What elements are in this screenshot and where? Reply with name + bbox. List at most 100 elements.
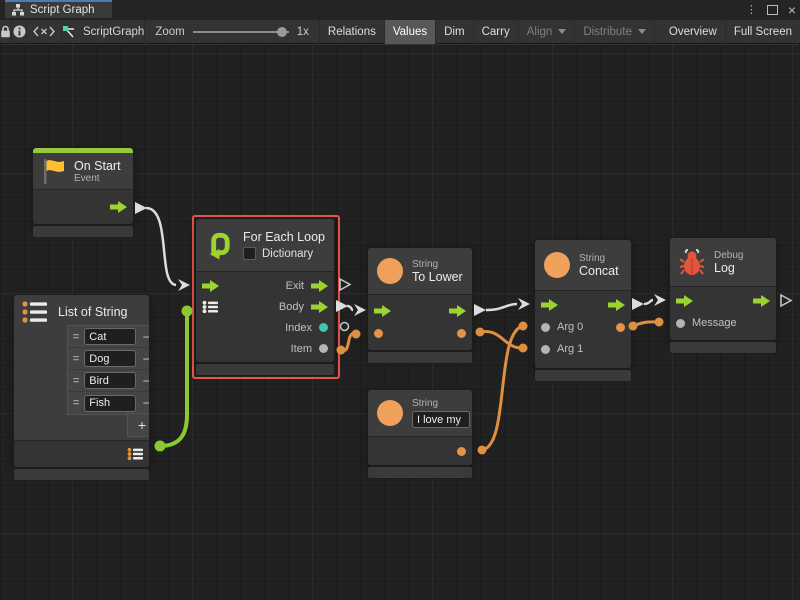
- port-row-arg1: Arg 1: [535, 338, 631, 360]
- dictionary-checkbox[interactable]: [243, 247, 256, 260]
- flow-out-port[interactable]: [753, 295, 770, 307]
- node-string-concat[interactable]: String Concat Arg 0: [535, 240, 631, 381]
- list-item-input[interactable]: [84, 395, 136, 412]
- hierarchy-icon: [12, 4, 24, 16]
- close-icon[interactable]: ×: [788, 3, 796, 17]
- port-row-arg0: Arg 0: [535, 316, 631, 338]
- chevron-down-icon: [558, 29, 566, 34]
- list-item-row: = −: [68, 326, 149, 348]
- flow-in-port[interactable]: [541, 299, 558, 311]
- node-on-start[interactable]: On Start Event: [33, 148, 133, 237]
- result-out-port[interactable]: [457, 329, 466, 338]
- carry-toggle[interactable]: Carry: [474, 20, 519, 44]
- align-dropdown[interactable]: Align: [519, 20, 576, 44]
- port-label: Item: [291, 343, 312, 355]
- node-title: To Lower: [412, 270, 463, 284]
- zoom-slider-handle[interactable]: [277, 27, 287, 37]
- arg1-in-port[interactable]: [541, 345, 550, 354]
- flow-out-port[interactable]: [608, 299, 625, 311]
- list-in-port[interactable]: [202, 300, 218, 314]
- window-controls: ⋮ ×: [746, 0, 796, 20]
- string-in-port[interactable]: [374, 329, 383, 338]
- remove-item-button[interactable]: −: [139, 330, 149, 344]
- node-for-each-loop[interactable]: For Each Loop Dictionary Exit: [196, 219, 334, 375]
- menu-icon[interactable]: ⋮: [746, 5, 757, 16]
- script-graph-icon: [62, 25, 76, 39]
- full-screen-button[interactable]: Full Screen: [726, 20, 800, 44]
- info-icon: [13, 25, 26, 38]
- zoom-control: Zoom 1x: [145, 20, 320, 44]
- port-label: Arg 1: [557, 343, 583, 355]
- values-toggle[interactable]: Values: [385, 20, 436, 44]
- list-item-input[interactable]: [84, 328, 136, 345]
- port-row-index: Index: [196, 317, 334, 338]
- zoom-value: 1x: [297, 26, 309, 38]
- drag-handle[interactable]: =: [71, 353, 81, 365]
- list-out-port[interactable]: [127, 447, 143, 461]
- remove-item-button[interactable]: −: [139, 374, 149, 388]
- flow-out-port[interactable]: [449, 305, 466, 317]
- list-item-input[interactable]: [84, 350, 136, 367]
- string-icon: [377, 400, 403, 426]
- list-item-input[interactable]: [84, 372, 136, 389]
- remove-item-button[interactable]: −: [139, 396, 149, 410]
- node-list-of-string[interactable]: List of String = − = − =: [14, 295, 149, 480]
- distribute-dropdown[interactable]: Distribute: [575, 20, 655, 44]
- graph-name-breadcrumb[interactable]: ScriptGraph: [62, 20, 145, 44]
- drag-handle[interactable]: =: [71, 375, 81, 387]
- tab-script-graph[interactable]: Script Graph: [5, 0, 112, 18]
- port-row-item: Item: [196, 338, 334, 359]
- dim-toggle[interactable]: Dim: [436, 20, 473, 44]
- node-title: On Start: [74, 159, 121, 173]
- node-string-literal[interactable]: String: [368, 390, 472, 478]
- node-footer: [14, 469, 149, 480]
- node-title: Log: [714, 261, 743, 275]
- relations-toggle[interactable]: Relations: [320, 20, 385, 44]
- lock-icon: [0, 25, 11, 38]
- body-out-port[interactable]: [311, 301, 328, 313]
- flow-in-port[interactable]: [202, 280, 219, 292]
- graph-name: ScriptGraph: [83, 26, 144, 38]
- node-footer: [670, 342, 776, 353]
- string-value-input[interactable]: [412, 411, 470, 428]
- script-graph-window: Script Graph ⋮ ×: [0, 0, 800, 600]
- inspect-button[interactable]: [12, 20, 27, 44]
- node-debug-log[interactable]: Debug Log Message: [670, 238, 776, 353]
- maximize-icon[interactable]: [767, 5, 778, 15]
- arg0-in-port[interactable]: [541, 323, 550, 332]
- loop-icon: [205, 229, 234, 261]
- drag-handle[interactable]: =: [71, 397, 81, 409]
- flow-out-port[interactable]: [110, 201, 127, 213]
- node-string-to-lower[interactable]: String To Lower: [368, 248, 472, 363]
- bug-icon: [679, 249, 705, 276]
- node-footer: [368, 352, 472, 363]
- message-in-port[interactable]: [676, 319, 685, 328]
- port-label: Body: [279, 301, 304, 313]
- item-out-port[interactable]: [319, 344, 328, 353]
- list-icon: [22, 300, 48, 324]
- tab-bar: Script Graph ⋮ ×: [0, 0, 800, 20]
- index-out-port[interactable]: [319, 323, 328, 332]
- node-subtitle: Event: [74, 173, 121, 184]
- port-label: Message: [692, 317, 737, 329]
- edit-graph-button[interactable]: [27, 20, 62, 44]
- result-out-port[interactable]: [457, 447, 466, 456]
- flow-in-port[interactable]: [676, 295, 693, 307]
- lock-button[interactable]: [0, 20, 12, 44]
- node-footer: [33, 226, 133, 237]
- zoom-slider-track: [193, 31, 289, 33]
- flow-in-port[interactable]: [374, 305, 391, 317]
- add-item-button[interactable]: +: [128, 414, 149, 436]
- port-row-value: [368, 322, 472, 344]
- string-icon: [377, 258, 403, 284]
- zoom-slider[interactable]: [193, 26, 289, 38]
- exit-out-port[interactable]: [311, 280, 328, 292]
- result-out-port[interactable]: [616, 323, 625, 332]
- node-footer: [368, 467, 472, 478]
- drag-handle[interactable]: =: [71, 331, 81, 343]
- graph-toolbar: ScriptGraph Zoom 1x Relations Values Dim…: [0, 20, 800, 44]
- overview-button[interactable]: Overview: [661, 20, 726, 44]
- flag-icon: [41, 157, 65, 185]
- remove-item-button[interactable]: −: [139, 352, 149, 366]
- port-row-flow: [368, 300, 472, 322]
